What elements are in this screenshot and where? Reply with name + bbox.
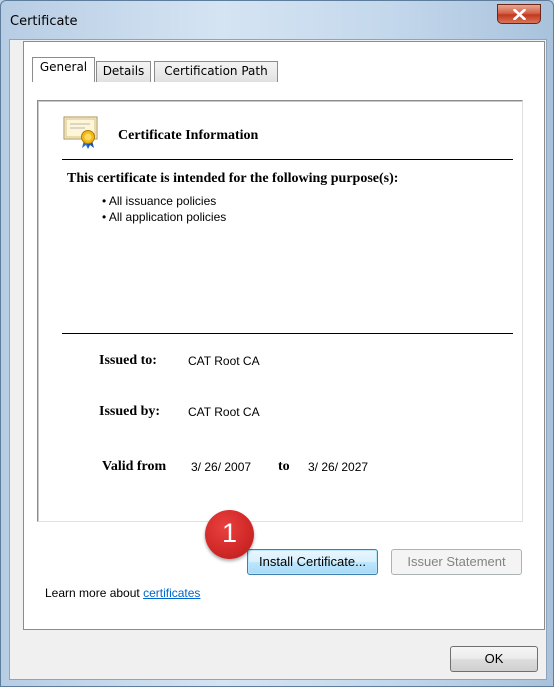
cert-info-heading: Certificate Information: [118, 128, 259, 143]
purpose-item: • All issuance policies: [102, 194, 217, 208]
issued-to-value: CAT Root CA: [188, 354, 260, 368]
window-title: Certificate: [10, 14, 78, 29]
tab-general[interactable]: General: [32, 57, 95, 82]
close-icon: [513, 9, 526, 20]
step-annotation-badge: 1: [205, 510, 254, 559]
issuer-statement-button[interactable]: Issuer Statement: [391, 549, 522, 575]
ok-button[interactable]: OK: [450, 646, 538, 672]
divider-top: [62, 159, 513, 160]
title-bar[interactable]: Certificate: [1, 1, 553, 39]
valid-from-value: 3/ 26/ 2007: [191, 460, 252, 474]
learn-more-prefix: Learn more about: [45, 586, 140, 600]
tab-details[interactable]: Details: [96, 61, 151, 82]
issued-to-label: Issued to:: [99, 353, 157, 368]
install-certificate-button[interactable]: Install Certificate...: [247, 549, 378, 575]
learn-more-text: Learn more about certificates: [45, 586, 200, 600]
valid-to-value: 3/ 26/ 2027: [308, 460, 369, 474]
issued-by-label: Issued by:: [99, 404, 161, 419]
certificate-icon: [63, 114, 103, 150]
close-button[interactable]: [497, 4, 541, 24]
valid-from-label: Valid from: [102, 459, 167, 474]
issued-by-value: CAT Root CA: [188, 405, 260, 419]
purpose-heading: This certificate is intended for the fol…: [67, 171, 399, 186]
certificates-link[interactable]: certificates: [143, 586, 200, 600]
valid-to-label: to: [278, 459, 290, 474]
divider-bottom: [62, 333, 513, 334]
certificate-dialog: Certificate General Details Certificatio…: [0, 0, 554, 687]
purpose-item: • All application policies: [102, 210, 227, 224]
tab-certification-path[interactable]: Certification Path: [154, 61, 278, 82]
